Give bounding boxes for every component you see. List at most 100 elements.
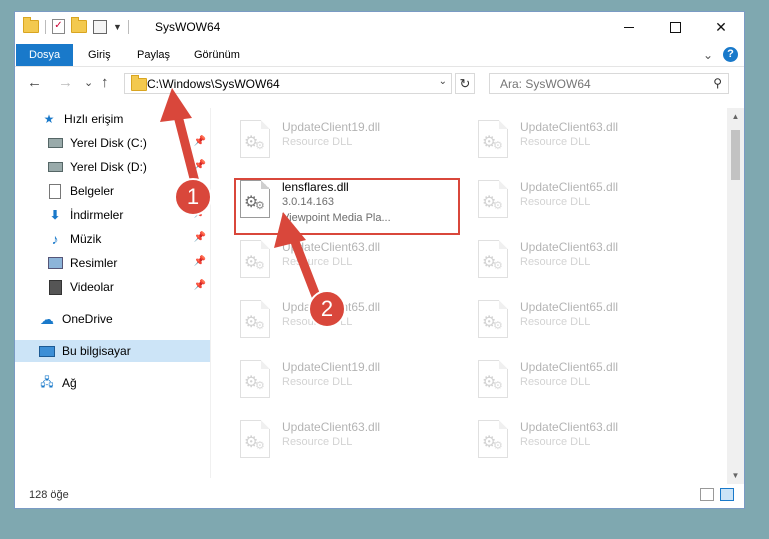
pane-divider[interactable]: [210, 108, 211, 478]
separator: [127, 19, 129, 34]
file-tile[interactable]: ⚙ ⚙ UpdateClient63.dll Resource DLL: [470, 112, 700, 170]
dll-file-icon: ⚙ ⚙: [478, 120, 508, 158]
downloads-icon: ⬇: [49, 208, 61, 222]
scroll-down-icon[interactable]: ▼: [727, 471, 744, 480]
tiles-view-icon[interactable]: [720, 488, 734, 501]
address-dropdown-icon[interactable]: ⌄: [439, 76, 447, 87]
sidebar-item-label: Müzik: [70, 232, 102, 246]
forward-arrow-icon[interactable]: →: [58, 74, 73, 91]
search-icon[interactable]: ⚲: [713, 76, 722, 90]
navigation-pane: ★ Hızlı erişim Yerel Disk (C:) 📌 Yerel D…: [15, 108, 210, 478]
scroll-thumb[interactable]: [731, 130, 740, 180]
step-badge-1: 1: [174, 178, 212, 216]
help-icon[interactable]: ?: [723, 47, 738, 62]
close-button[interactable]: ✕: [698, 12, 744, 43]
window-controls: ✕: [606, 12, 744, 43]
search-box[interactable]: ⚲: [489, 73, 729, 94]
star-icon: ★: [43, 112, 55, 126]
scroll-up-icon[interactable]: ▲: [727, 112, 744, 121]
explorer-window: ✓ ▼ SysWOW64 ✕ Dosya Giriş Paylaş Görünü…: [14, 11, 745, 509]
dll-file-icon: ⚙ ⚙: [240, 420, 270, 458]
sidebar-item-pictures[interactable]: Resimler 📌: [15, 252, 210, 274]
address-bar[interactable]: C:\Windows\SysWOW64 ⌄: [124, 73, 452, 94]
sidebar-item-network[interactable]: 🖧 Ağ: [15, 372, 210, 394]
window-title: SysWOW64: [155, 20, 221, 34]
tab-home[interactable]: Giriş: [75, 44, 124, 66]
file-tile[interactable]: ⚙ ⚙ UpdateClient63.dll Resource DLL: [470, 412, 700, 470]
address-folder-icon: [131, 75, 147, 91]
documents-icon: [47, 183, 63, 199]
details-view-icon[interactable]: [700, 488, 714, 501]
sidebar-item-label: Belgeler: [70, 184, 115, 198]
videos-icon: [47, 279, 63, 295]
file-list: ⚙ ⚙ UpdateClient19.dll Resource DLL ⚙ ⚙ le…: [212, 104, 727, 488]
file-tile[interactable]: ⚙⚙ UpdateClient65.dll Resource DLL: [470, 172, 700, 230]
file-tile[interactable]: ⚙ ⚙ UpdateClient63.dll Resource DLL: [232, 412, 462, 470]
pictures-icon: [47, 255, 63, 271]
tab-view[interactable]: Görünüm: [181, 44, 253, 66]
ribbon-tabs: Dosya Giriş Paylaş Görünüm ⌄ ?: [15, 44, 744, 67]
sidebar-item-videos[interactable]: Videolar 📌: [15, 276, 210, 298]
minimize-button[interactable]: [606, 12, 652, 43]
qat-dropdown-icon[interactable]: ▼: [113, 22, 122, 32]
sidebar-item-label: Yerel Disk (C:): [70, 136, 147, 150]
customize-icon[interactable]: [93, 19, 107, 34]
file-tile[interactable]: ⚙⚙ UpdateClient65.dll Resource DLL: [470, 352, 700, 410]
minimize-icon: [624, 27, 634, 28]
pin-icon[interactable]: 📌: [194, 232, 206, 243]
tab-share[interactable]: Paylaş: [124, 44, 183, 66]
file-name: UpdateClient65.dll: [520, 300, 619, 314]
close-icon: ✕: [715, 19, 727, 35]
properties-check-icon[interactable]: ✓: [52, 19, 65, 34]
file-name: UpdateClient63.dll: [282, 240, 381, 254]
file-description: Resource DLL: [520, 196, 591, 208]
file-tile[interactable]: ⚙ ⚙ UpdateClient19.dll Resource DLL: [232, 352, 462, 410]
sidebar-item-disk-c[interactable]: Yerel Disk (C:) 📌: [15, 132, 210, 154]
sidebar-item-quick-access[interactable]: ★ Hızlı erişim: [15, 108, 210, 130]
computer-icon: [39, 343, 55, 359]
pin-icon[interactable]: 📌: [194, 256, 206, 267]
vertical-scrollbar[interactable]: ▲ ▼: [727, 108, 744, 484]
sidebar-item-this-pc[interactable]: Bu bilgisayar: [15, 340, 210, 362]
tab-file[interactable]: Dosya: [16, 44, 74, 66]
sidebar-item-label: Hızlı erişim: [64, 112, 124, 126]
recent-locations-icon[interactable]: ⌄: [84, 76, 93, 89]
file-name: UpdateClient65.dll: [520, 360, 619, 374]
file-description: Resource DLL: [520, 316, 591, 328]
drive-icon: [47, 135, 63, 151]
sidebar-item-music[interactable]: ♪ Müzik 📌: [15, 228, 210, 250]
refresh-button[interactable]: ↻: [455, 73, 475, 94]
search-input[interactable]: [498, 76, 702, 92]
sidebar-item-label: Resimler: [70, 256, 118, 270]
file-description: Resource DLL: [282, 436, 353, 448]
maximize-button[interactable]: [652, 12, 698, 43]
new-folder-icon[interactable]: [71, 17, 87, 33]
quick-access-toolbar: ✓ ▼: [23, 17, 129, 34]
back-arrow-icon[interactable]: ←: [27, 74, 42, 91]
pin-icon[interactable]: 📌: [194, 160, 206, 171]
refresh-icon: ↻: [459, 76, 471, 91]
pin-icon[interactable]: 📌: [194, 280, 206, 291]
item-count: 128 öğe: [29, 489, 69, 501]
dll-file-icon: ⚙ ⚙: [478, 300, 508, 338]
file-tile[interactable]: ⚙ ⚙ UpdateClient63.dll Resource DLL: [470, 232, 700, 290]
sidebar-item-disk-d[interactable]: Yerel Disk (D:) 📌: [15, 156, 210, 178]
dll-file-icon: ⚙ ⚙: [240, 120, 270, 158]
dll-file-icon: ⚙ ⚙: [240, 240, 270, 278]
dll-file-icon: ⚙ ⚙: [478, 360, 508, 398]
sidebar-item-onedrive[interactable]: ☁ OneDrive: [15, 308, 210, 330]
folder-icon: [23, 17, 39, 33]
file-description: Resource DLL: [282, 256, 353, 268]
sidebar-item-label: Bu bilgisayar: [62, 344, 131, 358]
up-arrow-icon[interactable]: ↑: [101, 74, 109, 91]
pin-icon[interactable]: 📌: [194, 136, 206, 147]
file-tile[interactable]: ⚙ ⚙ UpdateClient63.dll Resource DLL: [232, 232, 462, 290]
dll-file-icon: ⚙ ⚙: [478, 240, 508, 278]
file-tile[interactable]: ⚙ ⚙ UpdateClient19.dll Resource DLL: [232, 112, 462, 170]
file-description: Resource DLL: [520, 376, 591, 388]
file-tile[interactable]: ⚙⚙ UpdateClient65.dll Resource DLL: [232, 292, 462, 350]
file-tile[interactable]: ⚙⚙ UpdateClient65.dll Resource DLL: [470, 292, 700, 350]
ribbon-expand-icon[interactable]: ⌄: [703, 48, 713, 62]
sidebar-item-label: Videolar: [70, 280, 114, 294]
sidebar-item-label: İndirmeler: [70, 208, 124, 222]
